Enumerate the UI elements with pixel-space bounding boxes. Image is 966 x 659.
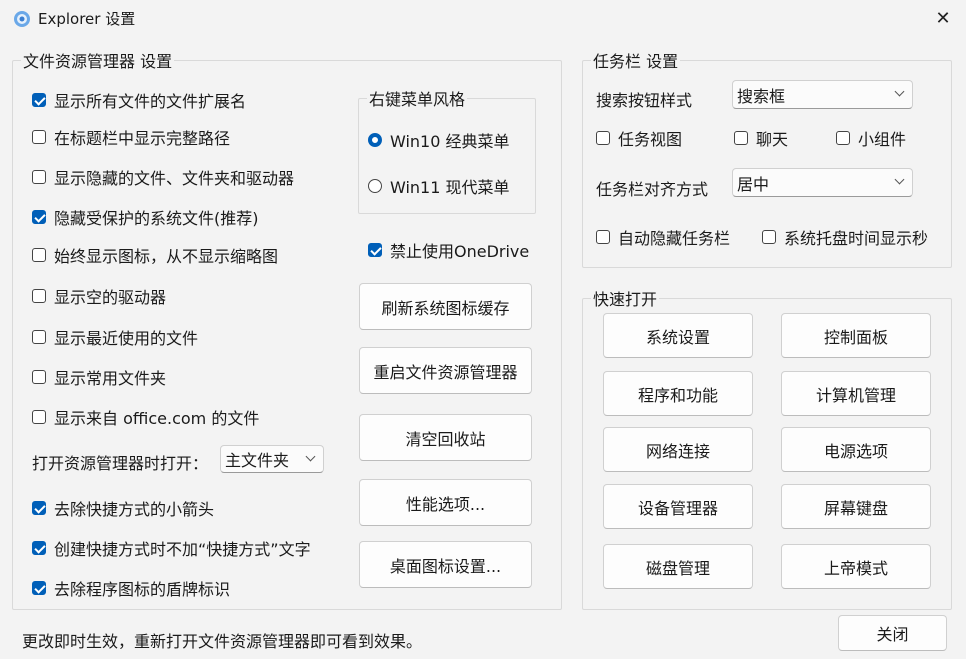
- checkbox[interactable]: [32, 541, 46, 555]
- power-options-button[interactable]: 电源选项: [781, 427, 931, 472]
- checkbox[interactable]: [32, 289, 46, 303]
- chevron-down-icon: [894, 174, 905, 185]
- title-bar: [0, 0, 966, 38]
- disk-management-button[interactable]: 磁盘管理: [603, 544, 753, 589]
- option-office-files[interactable]: 显示来自 office.com 的文件: [32, 405, 259, 429]
- gear-icon: [12, 9, 32, 29]
- option-label: 任务视图: [618, 130, 683, 149]
- option-full-path[interactable]: 在标题栏中显示完整路径: [32, 125, 230, 149]
- option-disable-onedrive[interactable]: 禁止使用OneDrive: [368, 238, 529, 262]
- close-icon[interactable]: ✕: [930, 6, 956, 32]
- option-always-icons[interactable]: 始终显示图标，从不显示缩略图: [32, 243, 278, 267]
- option-clock-seconds[interactable]: 系统托盘时间显示秒: [762, 225, 928, 249]
- checkbox[interactable]: [32, 130, 46, 144]
- option-label: 创建快捷方式时不加“快捷方式”文字: [54, 540, 311, 559]
- chevron-down-icon: [894, 86, 905, 97]
- checkbox[interactable]: [368, 243, 382, 257]
- checkbox[interactable]: [32, 410, 46, 424]
- checkbox[interactable]: [32, 581, 46, 595]
- option-label: 显示隐藏的文件、文件夹和驱动器: [54, 169, 295, 188]
- option-show-extensions[interactable]: 显示所有文件的文件扩展名: [32, 88, 246, 112]
- option-remove-shield[interactable]: 去除程序图标的盾牌标识: [32, 576, 230, 600]
- checkbox[interactable]: [32, 93, 46, 107]
- status-text: 更改即时生效，重新打开文件资源管理器即可看到效果。: [22, 632, 423, 651]
- system-settings-button[interactable]: 系统设置: [603, 313, 753, 358]
- refresh-icon-cache-button[interactable]: 刷新系统图标缓存: [359, 283, 532, 330]
- search-style-select[interactable]: 搜索框: [732, 80, 913, 109]
- option-label: 显示空的驱动器: [54, 288, 167, 307]
- checkbox[interactable]: [32, 170, 46, 184]
- computer-management-button[interactable]: 计算机管理: [781, 371, 931, 416]
- close-button[interactable]: 关闭: [838, 615, 947, 651]
- explorer-settings-title: 文件资源管理器 设置: [23, 52, 173, 71]
- option-empty-drives[interactable]: 显示空的驱动器: [32, 284, 166, 308]
- option-label: 去除快捷方式的小箭头: [54, 500, 215, 519]
- option-label: 隐藏受保护的系统文件(推荐): [54, 209, 259, 228]
- empty-recycle-bin-button[interactable]: 清空回收站: [359, 414, 532, 461]
- open-to-select[interactable]: 主文件夹: [220, 445, 324, 473]
- checkbox[interactable]: [596, 131, 610, 145]
- search-style-label: 搜索按钮样式: [596, 91, 693, 110]
- option-recent-files[interactable]: 显示最近使用的文件: [32, 325, 198, 349]
- option-label: 在标题栏中显示完整路径: [54, 129, 231, 148]
- option-label: 自动隐藏任务栏: [618, 229, 731, 248]
- window-title: Explorer 设置: [38, 10, 136, 28]
- checkbox[interactable]: [596, 230, 610, 244]
- option-frequent-folders[interactable]: 显示常用文件夹: [32, 365, 166, 389]
- taskbar-align-label: 任务栏对齐方式: [596, 180, 709, 199]
- option-no-shortcut-text[interactable]: 创建快捷方式时不加“快捷方式”文字: [32, 536, 311, 560]
- checkbox[interactable]: [32, 370, 46, 384]
- open-to-label: 打开资源管理器时打开：: [32, 454, 209, 473]
- radio-win11-menu[interactable]: Win11 现代菜单: [368, 174, 510, 198]
- radio-win10-menu[interactable]: Win10 经典菜单: [368, 128, 510, 152]
- search-style-value: 搜索框: [737, 86, 786, 106]
- option-remove-arrow[interactable]: 去除快捷方式的小箭头: [32, 496, 214, 520]
- context-menu-title: 右键菜单风格: [369, 90, 466, 109]
- option-hide-protected[interactable]: 隐藏受保护的系统文件(推荐): [32, 205, 259, 229]
- open-to-value: 主文件夹: [225, 451, 290, 470]
- restart-explorer-button[interactable]: 重启文件资源管理器: [359, 347, 532, 394]
- checkbox[interactable]: [32, 501, 46, 515]
- radio-button[interactable]: [368, 179, 382, 193]
- device-manager-button[interactable]: 设备管理器: [603, 484, 753, 529]
- checkbox[interactable]: [836, 131, 850, 145]
- checkbox[interactable]: [32, 210, 46, 224]
- control-panel-button[interactable]: 控制面板: [781, 313, 931, 358]
- option-show-hidden[interactable]: 显示隐藏的文件、文件夹和驱动器: [32, 165, 294, 189]
- checkbox[interactable]: [32, 330, 46, 344]
- taskbar-settings-title: 任务栏 设置: [593, 52, 679, 71]
- option-task-view[interactable]: 任务视图: [596, 126, 682, 150]
- checkbox[interactable]: [734, 131, 748, 145]
- option-label: 聊天: [756, 130, 789, 149]
- option-label: 显示所有文件的文件扩展名: [54, 92, 247, 111]
- option-label: 显示来自 office.com 的文件: [54, 409, 260, 428]
- option-label: 显示常用文件夹: [54, 369, 167, 388]
- performance-options-button[interactable]: 性能选项...: [359, 479, 532, 526]
- option-label: 禁止使用OneDrive: [390, 242, 530, 261]
- option-chat[interactable]: 聊天: [734, 126, 788, 150]
- option-label: 始终显示图标，从不显示缩略图: [54, 247, 279, 266]
- taskbar-align-select[interactable]: 居中: [732, 168, 913, 197]
- checkbox[interactable]: [762, 230, 776, 244]
- option-auto-hide-taskbar[interactable]: 自动隐藏任务栏: [596, 225, 730, 249]
- option-label: 显示最近使用的文件: [54, 329, 199, 348]
- option-label: 系统托盘时间显示秒: [784, 229, 929, 248]
- network-connections-button[interactable]: 网络连接: [603, 427, 753, 472]
- chevron-down-icon: [305, 451, 316, 462]
- radio-label: Win11 现代菜单: [390, 178, 510, 197]
- checkbox[interactable]: [32, 248, 46, 262]
- god-mode-button[interactable]: 上帝模式: [781, 544, 931, 589]
- on-screen-keyboard-button[interactable]: 屏幕键盘: [781, 484, 931, 529]
- quick-open-title: 快速打开: [593, 290, 658, 309]
- radio-label: Win10 经典菜单: [390, 132, 510, 151]
- option-widgets[interactable]: 小组件: [836, 126, 906, 150]
- option-label: 小组件: [858, 130, 907, 149]
- radio-button[interactable]: [368, 133, 382, 147]
- programs-features-button[interactable]: 程序和功能: [603, 371, 753, 416]
- desktop-icon-settings-button[interactable]: 桌面图标设置...: [359, 541, 532, 588]
- option-label: 去除程序图标的盾牌标识: [54, 580, 231, 599]
- taskbar-align-value: 居中: [737, 174, 770, 194]
